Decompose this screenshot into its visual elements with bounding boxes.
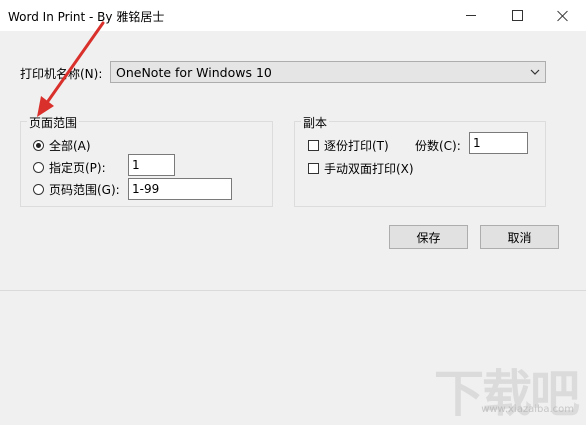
page-range-group: 页面范围 全部(A) 指定页(P): 页码范围(G): xyxy=(20,114,273,207)
page-range-legend: 页面范围 xyxy=(27,114,80,131)
annotation-arrow-shaft xyxy=(44,21,105,106)
save-button[interactable]: 保存 xyxy=(389,225,468,249)
radio-specific-label: 指定页(P): xyxy=(49,161,106,175)
close-button[interactable] xyxy=(540,0,586,31)
printer-select-value: OneNote for Windows 10 xyxy=(116,65,272,80)
radio-range-indicator[interactable] xyxy=(33,184,44,195)
divider xyxy=(0,290,586,291)
minimize-button[interactable] xyxy=(448,0,494,31)
duplex-checkbox-row[interactable]: 手动双面打印(X) xyxy=(308,160,414,177)
radio-all-pages[interactable]: 全部(A) xyxy=(33,137,91,154)
copies-group: 副本 逐份打印(T) 份数(C): 手动双面打印(X) xyxy=(294,114,546,207)
copies-count-input[interactable] xyxy=(469,132,528,154)
duplex-checkbox[interactable] xyxy=(308,163,319,174)
copies-legend: 副本 xyxy=(301,114,330,131)
collate-label: 逐份打印(T) xyxy=(324,139,389,153)
radio-all-indicator[interactable] xyxy=(33,140,44,151)
cancel-button[interactable]: 取消 xyxy=(480,225,559,249)
radio-range-label: 页码范围(G): xyxy=(49,183,120,197)
watermark-url: www.xiazaiba.com xyxy=(481,404,574,415)
printer-name-label: 打印机名称(N): xyxy=(20,67,103,81)
chevron-down-icon xyxy=(530,69,540,75)
print-dialog-window: Word In Print - By 雅铭居士 打印机名称(N): OneNot… xyxy=(0,0,586,425)
minimize-icon xyxy=(466,15,476,16)
copies-count-label: 份数(C): xyxy=(415,139,461,153)
maximize-button[interactable] xyxy=(494,0,540,31)
duplex-label: 手动双面打印(X) xyxy=(324,162,414,176)
title-bar[interactable]: Word In Print - By 雅铭居士 xyxy=(0,0,586,31)
maximize-icon xyxy=(511,10,523,21)
page-range-input[interactable] xyxy=(128,178,232,200)
radio-page-range[interactable]: 页码范围(G): xyxy=(33,181,120,198)
radio-all-label: 全部(A) xyxy=(49,139,91,153)
printer-select[interactable]: OneNote for Windows 10 xyxy=(110,61,546,83)
collate-checkbox-row[interactable]: 逐份打印(T) xyxy=(308,137,389,154)
specific-page-input[interactable] xyxy=(128,154,175,176)
close-icon xyxy=(557,10,569,22)
window-title: Word In Print - By 雅铭居士 xyxy=(8,10,165,24)
watermark-logo: 下载吧 xyxy=(434,365,580,423)
collate-checkbox[interactable] xyxy=(308,140,319,151)
radio-specific-page[interactable]: 指定页(P): xyxy=(33,159,106,176)
radio-specific-indicator[interactable] xyxy=(33,162,44,173)
